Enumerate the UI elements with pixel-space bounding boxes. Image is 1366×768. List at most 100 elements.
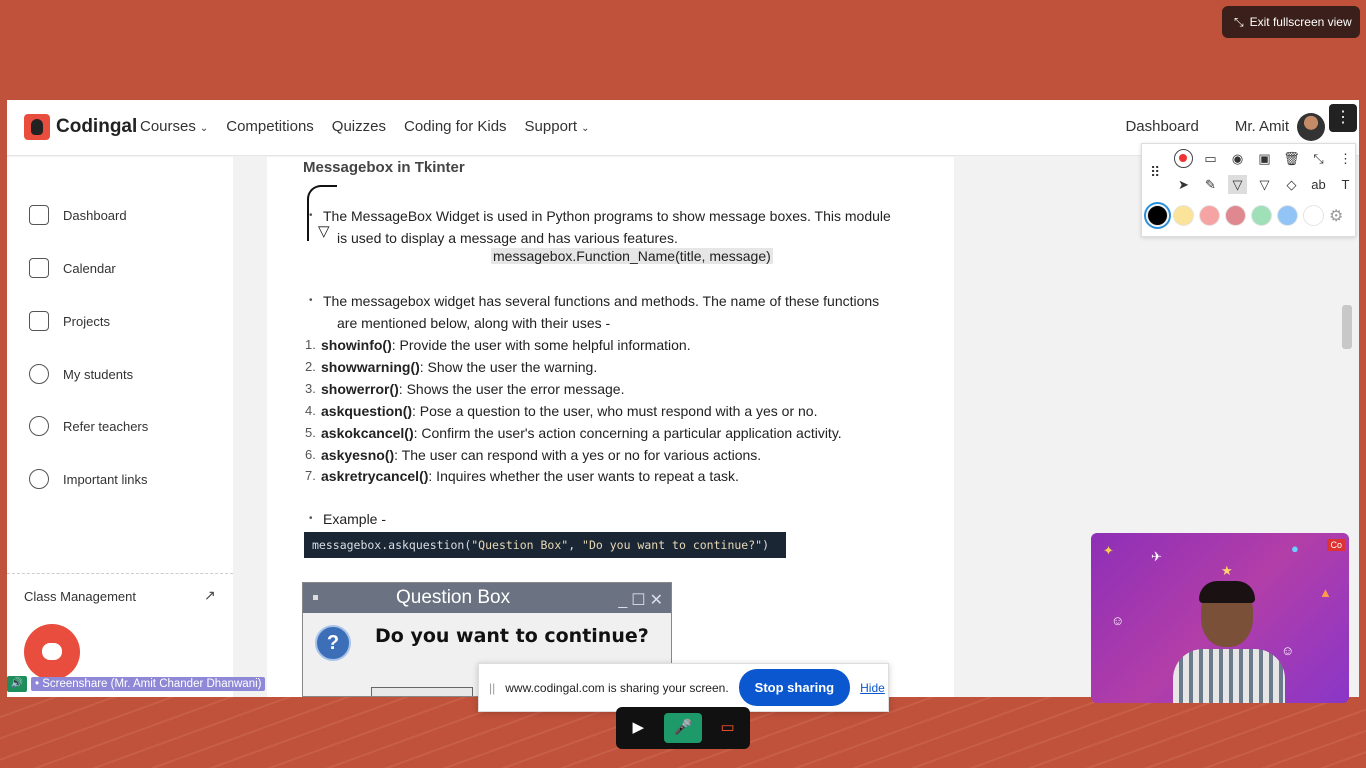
share-message: www.codingal.com is sharing your screen. (505, 680, 729, 695)
code-arg-1: "Question Box" (471, 538, 569, 552)
sidebar-item-refer-teachers[interactable]: Refer teachers (29, 416, 148, 436)
doc-title: Messagebox in Tkinter (303, 159, 465, 176)
nav-quizzes[interactable]: Quizzes (332, 118, 386, 135)
record-icon[interactable] (1174, 149, 1193, 168)
function-desc: : Pose a question to the user, who must … (412, 403, 818, 419)
intro-line-1: The MessageBox Widget is used in Python … (309, 205, 891, 227)
nav-support[interactable]: Support ⌄ (525, 118, 590, 135)
example-label: Example - (309, 508, 386, 530)
function-desc: : Inquires whether the user wants to rep… (428, 468, 739, 484)
external-link-icon[interactable]: ↗ (204, 587, 216, 604)
microphone-icon[interactable]: 🎤 (663, 713, 702, 743)
sidebar-item-dashboard[interactable]: Dashboard (29, 205, 127, 225)
exit-fullscreen-button[interactable]: ⤡ Exit fullscreen view (1222, 6, 1360, 38)
list-number: 5. (305, 425, 316, 440)
function-name: showerror() (321, 381, 399, 397)
color-green[interactable] (1251, 205, 1272, 226)
pen-icon[interactable]: ✎ (1201, 175, 1220, 194)
eye-icon[interactable]: ◉ (1228, 149, 1247, 168)
color-rose[interactable] (1225, 205, 1246, 226)
toolbar-row-bottom: ➤ ✎ ▽ ▽ ◇ ab T (1174, 175, 1355, 194)
main-nav: Courses ⌄ Competitions Quizzes Coding for… (140, 118, 589, 135)
penguin-icon (24, 114, 50, 140)
text-style-icon[interactable]: ab (1309, 175, 1328, 194)
function-name: askyesno() (321, 447, 395, 463)
shirt (1173, 649, 1285, 703)
list-number: 3. (305, 381, 316, 396)
save-icon[interactable]: ▣ (1255, 149, 1274, 168)
sidebar-item-projects[interactable]: Projects (29, 311, 110, 331)
sidebar-item-calendar[interactable]: Calendar (29, 258, 116, 278)
drag-handle-icon[interactable]: ⠿ (1150, 164, 1160, 181)
drag-handle-icon[interactable]: || (489, 681, 495, 695)
trash-icon[interactable]: 🗑 (1282, 149, 1301, 168)
screen-share-banner: || www.codingal.com is sharing your scre… (478, 663, 889, 712)
function-name: showinfo() (321, 337, 392, 353)
function-desc: : Shows the user the error message. (398, 381, 625, 397)
stop-sharing-button[interactable]: Stop sharing (738, 669, 851, 706)
color-swatches: ⚙ (1144, 202, 1343, 229)
class-management-link[interactable]: Class Management (24, 589, 136, 604)
participant-person (1173, 581, 1285, 703)
chevron-down-icon: ⌄ (199, 123, 209, 134)
sidebar-item-important-links[interactable]: Important links (29, 469, 148, 489)
color-black[interactable] (1144, 202, 1171, 229)
pointer-icon[interactable]: ➤ (1174, 175, 1193, 194)
functions-line-1: The messagebox widget has several functi… (309, 290, 879, 312)
hide-link[interactable]: Hide (860, 681, 885, 695)
participant-video[interactable]: ✦ ✈ ★ ● ▲ ☺ ☺ Co (1091, 533, 1349, 703)
function-name: askretrycancel() (321, 468, 429, 484)
color-blue[interactable] (1277, 205, 1298, 226)
text-icon[interactable]: T (1336, 175, 1355, 194)
sidebar-item-my-students[interactable]: My students (29, 364, 133, 384)
highlighter-icon[interactable]: ▽ (1228, 175, 1247, 194)
exit-fullscreen-label: Exit fullscreen view (1249, 15, 1352, 29)
sidebar-item-label: My students (63, 366, 134, 382)
nav-competitions[interactable]: Competitions (226, 118, 314, 135)
divider (7, 573, 233, 574)
dialog-question: Do you want to continue? (375, 625, 649, 647)
speaker-icon: 🔊 (7, 676, 27, 692)
list-item: 6. askyesno(): The user can respond with … (305, 444, 761, 466)
sidebar-item-label: Dashboard (63, 207, 127, 223)
window-menu-icon (313, 595, 318, 600)
dashboard-link[interactable]: Dashboard (1125, 118, 1198, 135)
list-number: 7. (305, 468, 316, 483)
color-pink[interactable] (1199, 205, 1220, 226)
user-name[interactable]: Mr. Amit (1235, 118, 1289, 135)
function-name: askquestion() (321, 403, 413, 419)
nav-coding-for-kids[interactable]: Coding for Kids (404, 118, 507, 135)
screenshare-name: • Screenshare (Mr. Amit Chander Dhanwani… (31, 677, 266, 691)
scrollbar[interactable] (1342, 305, 1352, 349)
functions-line-2: are mentioned below, along with their us… (337, 315, 611, 331)
marker-icon[interactable]: ▽ (1255, 175, 1274, 194)
camera-icon[interactable]: ▶ (619, 713, 657, 743)
minimize-icon[interactable]: ⤡ (1309, 149, 1328, 168)
list-number: 1. (305, 337, 316, 352)
brand-name: Codingal (56, 116, 138, 137)
gear-icon[interactable]: ⚙ (1329, 206, 1343, 226)
clipboard-icon (29, 205, 49, 225)
play-icon[interactable]: ▭ (1201, 149, 1220, 168)
eraser-icon[interactable]: ◇ (1282, 175, 1301, 194)
syntax-text: messagebox.Function_Name(title, message) (491, 248, 773, 264)
more-icon[interactable]: ⋮ (1336, 149, 1355, 168)
dialog-title: Question Box (396, 587, 511, 608)
brand-logo[interactable]: Codingal (24, 114, 137, 140)
screen-share-icon[interactable]: ▭ (709, 713, 747, 743)
list-item: 2. showwarning(): Show the user the warni… (305, 356, 597, 378)
document-page: Messagebox in Tkinter ▽ The MessageBox W… (267, 157, 954, 697)
nav-courses[interactable]: Courses ⌄ (140, 118, 208, 135)
chevron-down-icon: ⌄ (581, 123, 590, 134)
chat-button[interactable] (24, 624, 80, 680)
screenshare-label: 🔊 • Screenshare (Mr. Amit Chander Dhanwa… (7, 676, 266, 692)
color-white[interactable] (1303, 205, 1324, 226)
color-yellow[interactable] (1173, 205, 1194, 226)
code-block: messagebox.askquestion("Question Box", "… (304, 532, 786, 558)
avatar[interactable] (1297, 113, 1325, 141)
more-options-button[interactable]: ⋮ (1329, 104, 1357, 132)
function-name: askokcancel() (321, 425, 414, 441)
decor-plane-icon: ✈ (1151, 549, 1162, 564)
meeting-controls: ▶ 🎤 ▭ (616, 707, 750, 749)
list-item: 1. showinfo(): Provide the user with some… (305, 334, 691, 356)
